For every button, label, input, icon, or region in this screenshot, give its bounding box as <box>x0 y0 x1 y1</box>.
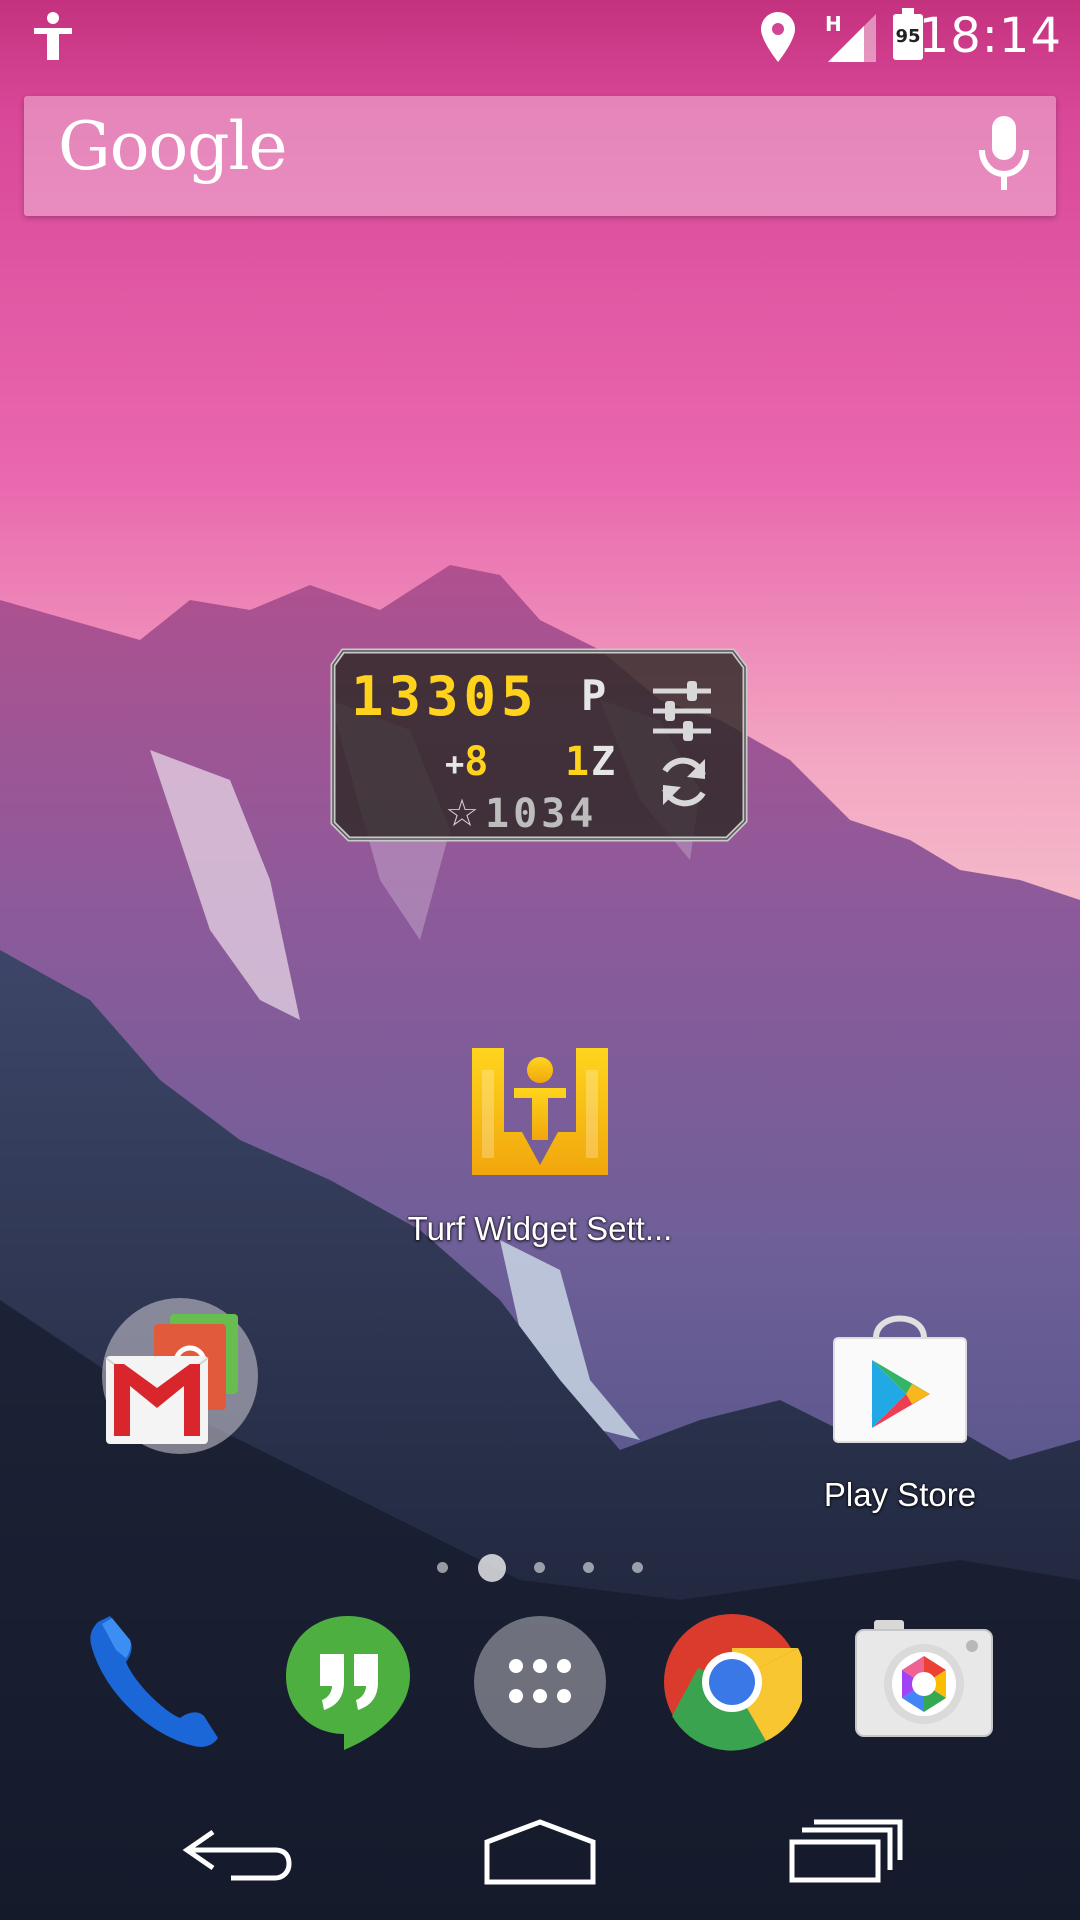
turf-zones-unit: Z <box>591 739 616 785</box>
location-icon <box>761 12 795 62</box>
turf-rank: 1034 <box>485 791 598 837</box>
recents-icon[interactable] <box>780 1812 910 1892</box>
hangouts-icon[interactable] <box>278 1612 418 1752</box>
star-icon: ☆ <box>445 791 480 835</box>
camera-icon[interactable] <box>854 1612 994 1752</box>
back-icon[interactable] <box>175 1812 305 1892</box>
home-icon[interactable] <box>475 1812 605 1892</box>
turf-delta-sign: + <box>445 745 465 783</box>
google-logo: Google <box>58 108 288 185</box>
page-dot[interactable] <box>583 1562 594 1573</box>
page-dot[interactable] <box>437 1562 448 1573</box>
page-dot[interactable] <box>632 1562 643 1573</box>
page-dot[interactable] <box>534 1562 545 1573</box>
play-store-icon <box>833 1315 967 1443</box>
settings-sliders-icon[interactable] <box>651 681 713 741</box>
phone-icon[interactable] <box>88 1612 228 1752</box>
google-folder-icon <box>102 1298 258 1454</box>
signal-icon <box>828 14 876 62</box>
mic-icon[interactable] <box>978 116 1030 194</box>
turf-points: 13305 <box>351 665 539 728</box>
play-store-app[interactable]: Play Store <box>800 1300 1000 1530</box>
app-label: Turf Widget Sett... <box>407 1210 673 1247</box>
page-indicator <box>0 1548 1080 1588</box>
turf-points-unit: P <box>581 671 607 720</box>
app-drawer-icon[interactable] <box>470 1612 610 1752</box>
page-dot-active[interactable] <box>478 1554 506 1582</box>
status-time: 18:14 <box>918 8 1062 64</box>
app-label: Play Store <box>823 1476 977 1513</box>
turf-widget[interactable]: 13305 P +8 1 Z ☆ 1034 <box>329 645 749 845</box>
turf-widget-icon <box>472 1048 608 1175</box>
google-search-bar[interactable]: Google <box>24 96 1056 216</box>
accessibility-icon <box>34 12 72 60</box>
turf-widget-settings-app[interactable]: Turf Widget Sett... <box>400 1030 680 1260</box>
turf-delta-value: 8 <box>464 739 489 785</box>
turf-zones: 1 <box>565 739 590 785</box>
turf-points-delta: +8 <box>445 739 488 785</box>
chrome-icon[interactable] <box>662 1612 802 1752</box>
navigation-bar <box>0 1792 1080 1920</box>
refresh-icon[interactable] <box>655 753 713 811</box>
status-bar: H 95 18:14 <box>0 0 1080 75</box>
google-apps-folder[interactable] <box>100 1296 260 1456</box>
